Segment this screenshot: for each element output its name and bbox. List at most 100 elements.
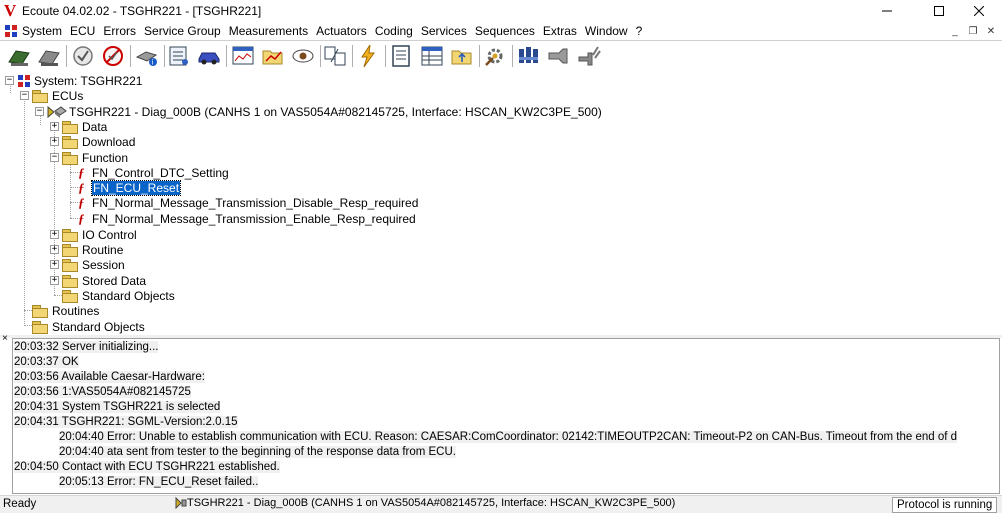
car-icon <box>198 52 220 65</box>
title-bar: V Ecoute 04.02.02 - TSGHR221 - [TSGHR221… <box>0 0 1002 22</box>
expand-toggle[interactable]: + <box>50 137 59 146</box>
tree-node-fn-selected[interactable]: ƒ FN_ECU_Reset <box>78 179 182 196</box>
measurement-window-button[interactable] <box>230 43 256 69</box>
tree-node-stored-data[interactable]: + Stored Data <box>50 273 146 288</box>
expand-toggle[interactable]: + <box>50 122 59 131</box>
collapse-toggle[interactable]: − <box>5 76 14 85</box>
tree-label: Function <box>82 150 129 165</box>
tree-node-function[interactable]: − Function <box>50 150 128 165</box>
check-button[interactable] <box>70 43 96 69</box>
unplug-icon <box>578 46 601 66</box>
minimize-button[interactable] <box>864 0 910 22</box>
open-system-button[interactable] <box>6 43 32 69</box>
menu-sequences[interactable]: Sequences <box>471 22 539 40</box>
menu-ecu[interactable]: ECU <box>66 22 99 40</box>
log-line: 20:04:31 System TSGHR221 is selected <box>14 401 221 413</box>
vehicle-button[interactable] <box>196 43 222 69</box>
menu-measurements[interactable]: Measurements <box>225 22 312 40</box>
collapse-toggle[interactable]: − <box>50 153 59 162</box>
ecu-list-button[interactable] <box>166 43 192 69</box>
log-line: 20:05:13 Error: FN_ECU_Reset failed.. <box>59 476 259 488</box>
mdi-restore-button[interactable]: ❐ <box>964 22 982 40</box>
system-icon <box>17 74 31 87</box>
connect-button[interactable] <box>545 43 571 69</box>
tree-node-standard-objects[interactable]: Standard Objects <box>32 319 145 334</box>
flash-button[interactable] <box>355 43 381 69</box>
close-button[interactable] <box>956 0 1002 22</box>
tree-node-fn[interactable]: ƒ FN_Normal_Message_Transmission_Disable… <box>78 195 418 210</box>
expand-toggle[interactable]: + <box>50 245 59 254</box>
tree-node-routines[interactable]: Routines <box>32 303 99 318</box>
ecu-icon <box>175 496 187 510</box>
view-button[interactable] <box>290 43 316 69</box>
settings-button[interactable] <box>482 43 508 69</box>
log-line: 20:04:50 Contact with ECU TSGHR221 estab… <box>14 461 280 473</box>
tree-node-system[interactable]: − System: TSGHR221 <box>5 73 142 88</box>
mdi-minimize-button[interactable]: _ <box>946 22 964 40</box>
tree-node-routine[interactable]: + Routine <box>50 242 123 257</box>
window-title: Ecoute 04.02.02 - TSGHR221 - [TSGHR221] <box>22 4 262 18</box>
tree-label: System: TSGHR221 <box>34 73 143 88</box>
disconnect-button[interactable] <box>576 43 602 69</box>
close-log-pane-icon[interactable]: × <box>2 334 8 344</box>
toolbar-separator <box>320 45 321 67</box>
document-button[interactable] <box>388 43 414 69</box>
lightning-icon <box>361 44 375 68</box>
mdi-close-button[interactable]: ✕ <box>982 22 1000 40</box>
close-system-icon <box>38 50 60 66</box>
menu-system[interactable]: System <box>18 22 66 40</box>
toolbar: i <box>0 40 1002 72</box>
compare-button[interactable] <box>322 43 348 69</box>
folder-icon <box>62 151 78 165</box>
network-button[interactable] <box>515 43 541 69</box>
maximize-icon <box>934 6 944 16</box>
tree-node-session[interactable]: + Session <box>50 257 125 272</box>
stop-button[interactable] <box>100 43 126 69</box>
tree-node-ecus[interactable]: − ECUs <box>20 88 83 103</box>
tree-node-fn[interactable]: ƒ FN_Control_DTC_Setting <box>78 165 229 180</box>
menu-actuators[interactable]: Actuators <box>312 22 371 40</box>
tree-node-ecu[interactable]: − TSGHR221 - Diag_000B (CANHS 1 on VAS50… <box>35 104 602 119</box>
document-icon <box>392 45 410 67</box>
status-ready: Ready <box>3 498 37 510</box>
collapse-toggle[interactable]: − <box>35 107 44 116</box>
hardware-info-button[interactable]: i <box>134 43 160 69</box>
menu-window[interactable]: Window <box>581 22 632 40</box>
tree-node-fn[interactable]: ƒ FN_Normal_Message_Transmission_Enable_… <box>78 211 416 226</box>
folder-upload-button[interactable] <box>449 43 475 69</box>
function-icon: ƒ <box>78 194 85 210</box>
menu-services[interactable]: Services <box>417 22 471 40</box>
collapse-toggle[interactable]: − <box>20 91 29 100</box>
close-system-button[interactable] <box>36 43 62 69</box>
toolbar-separator <box>130 45 131 67</box>
toolbar-separator <box>385 45 386 67</box>
table-button[interactable] <box>419 43 445 69</box>
menu-coding[interactable]: Coding <box>371 22 417 40</box>
expand-toggle[interactable]: + <box>50 230 59 239</box>
expand-toggle[interactable]: + <box>50 276 59 285</box>
tree-node-standard-objects-ecu[interactable]: Standard Objects <box>62 288 175 303</box>
tree-node-io-control[interactable]: + IO Control <box>50 227 137 242</box>
menu-extras[interactable]: Extras <box>539 22 581 40</box>
tree-label: FN_Normal_Message_Transmission_Enable_Re… <box>92 211 416 226</box>
tools-icon <box>485 48 503 66</box>
tree-label: FN_Control_DTC_Setting <box>92 165 229 180</box>
compare-icon <box>324 46 346 66</box>
tree-node-data[interactable]: + Data <box>50 119 107 134</box>
expand-toggle[interactable]: + <box>50 260 59 269</box>
folder-icon <box>62 228 78 242</box>
folder-icon <box>62 135 78 149</box>
tree-label: Stored Data <box>82 273 147 288</box>
tree-label: FN_ECU_Reset <box>90 179 182 196</box>
menu-help[interactable]: ? <box>632 22 647 40</box>
folder-chart-button[interactable] <box>260 43 286 69</box>
menu-service-group[interactable]: Service Group <box>140 22 225 40</box>
toolbar-separator <box>226 45 227 67</box>
menu-errors[interactable]: Errors <box>99 22 140 40</box>
system-menu-icon[interactable] <box>4 24 18 38</box>
tree-node-download[interactable]: + Download <box>50 134 135 149</box>
tree-label: Standard Objects <box>52 319 145 334</box>
function-icon: ƒ <box>78 210 85 226</box>
folder-icon <box>62 289 78 303</box>
menu-bar: System ECU Errors Service Group Measurem… <box>0 22 1002 40</box>
